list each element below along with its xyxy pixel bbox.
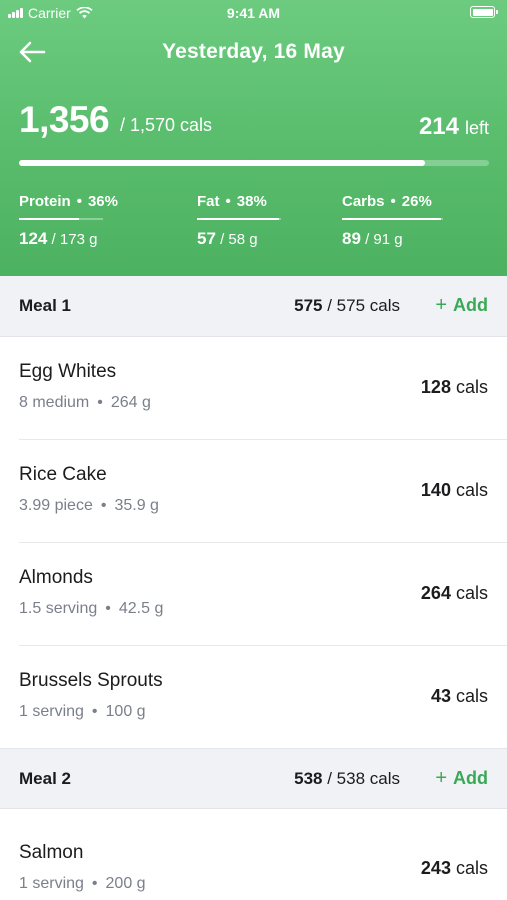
status-time: 9:41 AM <box>226 5 281 21</box>
macro-goal: / 91 g <box>365 231 403 248</box>
meal-header-1: Meal 1 575 / 575 cals + Add <box>0 276 507 337</box>
macro-goal: / 58 g <box>220 231 258 248</box>
macro-goal: / 173 g <box>51 231 98 248</box>
food-calories: 43 cals <box>430 686 488 706</box>
macro-progress-fill <box>197 218 280 220</box>
calories-goal: / 1,570 cals <box>120 115 213 135</box>
calorie-progress-bar <box>19 160 489 166</box>
food-serving: 1 serving • 100 g <box>19 703 146 720</box>
battery-icon <box>470 6 498 18</box>
meal-calories: 538 / 538 cals <box>294 769 400 788</box>
macro-progress-bar <box>19 218 103 220</box>
food-serving: 1.5 serving • 42.5 g <box>19 600 164 617</box>
macro-percent: 26% <box>401 193 432 210</box>
macro-percent: 36% <box>87 193 118 210</box>
plus-icon: + <box>435 294 447 316</box>
food-calories: 128 cals <box>420 377 488 397</box>
food-item-rice-cake[interactable]: Rice Cake 3.99 piece • 35.9 g 140 cals <box>0 440 507 543</box>
page-title: Yesterday, 16 May <box>162 40 345 63</box>
food-serving: 3.99 piece • 35.9 g <box>19 497 159 514</box>
food-name: Rice Cake <box>19 464 107 485</box>
food-calories: 243 cals <box>420 858 488 878</box>
macro-progress-bar <box>197 218 281 220</box>
meal-calories: 575 / 575 cals <box>294 296 400 315</box>
macro-progress-fill <box>19 218 80 220</box>
macro-value: 89 <box>342 229 361 248</box>
add-food-button[interactable]: + Add <box>435 767 488 790</box>
macro-value: 57 <box>197 229 216 248</box>
calories-left-label: left <box>464 118 489 138</box>
macro-name: Fat <box>197 193 220 210</box>
meal-title: Meal 1 <box>19 296 71 315</box>
summary-header: Carrier 9:41 AM Yesterday, 16 May 1,356 … <box>0 0 507 276</box>
food-name: Egg Whites <box>19 361 117 382</box>
macro-progress-fill <box>342 218 441 220</box>
add-food-button[interactable]: + Add <box>435 294 488 317</box>
macro-percent: 38% <box>236 193 267 210</box>
macro-protein: Protein • 36% 124 / 173 g <box>19 193 118 248</box>
macro-carbs: Carbs • 26% 89 / 91 g <box>342 193 443 249</box>
food-item-brussels-sprouts[interactable]: Brussels Sprouts 1 serving • 100 g 43 cals <box>0 646 507 749</box>
calories-left-value: 214 <box>418 113 459 140</box>
food-calories: 140 cals <box>420 480 488 500</box>
macro-value: 124 <box>19 229 48 248</box>
calories-eaten: 1,356 <box>19 99 110 140</box>
macro-fat: Fat • 38% 57 / 58 g <box>197 193 281 249</box>
calorie-progress-fill <box>19 160 426 166</box>
macro-name: Protein <box>19 193 71 210</box>
food-serving: 8 medium • 264 g <box>19 394 151 411</box>
plus-icon: + <box>435 767 447 789</box>
macro-progress-bar <box>342 218 443 220</box>
food-serving: 1 serving • 200 g <box>19 875 146 892</box>
food-item-egg-whites[interactable]: Egg Whites 8 medium • 264 g 128 cals <box>0 337 507 440</box>
meal-header-2: Meal 2 538 / 538 cals + Add <box>0 748 507 809</box>
status-bar: Carrier 9:41 AM <box>0 0 507 26</box>
food-item-salmon[interactable]: Salmon 1 serving • 200 g 243 cals <box>0 818 507 900</box>
calories-left: 214 left <box>419 113 489 141</box>
food-calories: 264 cals <box>420 583 488 603</box>
food-name: Salmon <box>19 842 84 863</box>
meal-title: Meal 2 <box>19 769 71 788</box>
food-name: Brussels Sprouts <box>19 670 163 691</box>
food-item-almonds[interactable]: Almonds 1.5 serving • 42.5 g 264 cals <box>0 543 507 646</box>
food-name: Almonds <box>19 567 93 588</box>
macro-name: Carbs <box>342 193 385 210</box>
